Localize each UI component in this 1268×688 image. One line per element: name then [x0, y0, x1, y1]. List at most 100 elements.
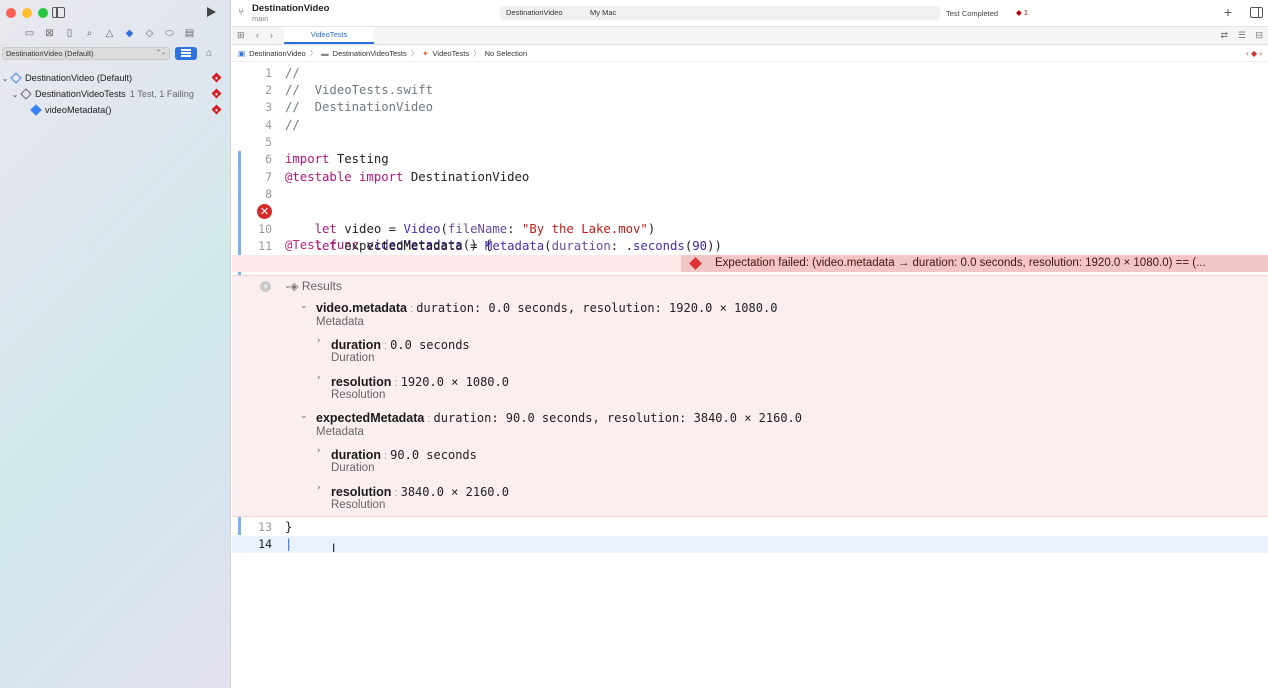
chevron-down-icon[interactable]: ⌄	[300, 301, 308, 311]
code-text: let video = Video(fileName: "By the Lake…	[314, 222, 656, 236]
close-window-button[interactable]	[6, 8, 16, 18]
filter-button[interactable]	[175, 47, 197, 60]
line-number: 2	[265, 83, 272, 97]
code-line: 5	[232, 134, 1268, 151]
issue-navigation-icon[interactable]: ‹ ◆ ›	[1246, 49, 1262, 58]
chevron-down-icon[interactable]: ⌄	[300, 411, 308, 421]
tab-videotests[interactable]: VideoTests	[284, 27, 374, 44]
tree-item-label: DestinationVideo (Default)	[25, 73, 133, 83]
back-icon[interactable]: ‹	[256, 30, 259, 40]
find-icon[interactable]: ⌕	[84, 28, 95, 39]
branch-name[interactable]: main	[252, 14, 268, 23]
code-line: 1 //	[232, 65, 1268, 82]
breadcrumb-separator: 〉	[309, 49, 318, 58]
failed-status-icon	[211, 88, 222, 99]
result-value: 3840.0 × 2160.0	[400, 485, 509, 499]
inspector-toggle-icon[interactable]	[1250, 7, 1263, 18]
source-control-icon[interactable]: ⊠	[44, 28, 55, 39]
chevron-down-icon[interactable]: ⌄	[10, 90, 20, 99]
zoom-window-button[interactable]	[38, 8, 48, 18]
error-message: Expectation failed: (video.metadata → du…	[715, 257, 1206, 269]
breadcrumb-project[interactable]: DestinationVideo	[249, 49, 306, 58]
tree-item-tests-target[interactable]: ⌄ DestinationVideoTests 1 Test, 1 Failin…	[0, 86, 231, 102]
toolbar: ⑂ DestinationVideo main DestinationVideo…	[232, 0, 1268, 27]
code-line: 8	[232, 186, 1268, 203]
result-value: 0.0 seconds	[390, 338, 470, 352]
breadcrumb-file[interactable]: VideoTests	[433, 49, 470, 58]
code-text: @testable import DestinationVideo	[285, 170, 530, 184]
debug-icon[interactable]: ◇	[144, 28, 155, 39]
report-icon[interactable]: ▤	[184, 28, 195, 39]
results-label: Results	[301, 279, 342, 293]
chevron-right-icon[interactable]: ›	[317, 373, 325, 383]
tag-icon[interactable]: ⌂	[206, 48, 212, 59]
breakpoint-icon[interactable]: ⬭	[164, 28, 175, 39]
split-editor-icon[interactable]: ⊟	[1255, 30, 1263, 41]
warning-icon[interactable]: △	[104, 28, 115, 39]
bookmark-icon[interactable]: ▯	[64, 28, 75, 39]
result-type: Duration	[331, 352, 375, 364]
result-type: Metadata	[316, 316, 364, 328]
result-group-actual[interactable]: video.metadata : duration: 0.0 seconds, …	[316, 299, 777, 317]
line-number: 5	[265, 135, 272, 149]
editor-options-icon[interactable]: ☰	[1238, 30, 1246, 41]
code-line: 11 let expectedMetadata = Metadata(durat…	[232, 238, 1268, 255]
test-navigator-icon[interactable]: ◆	[124, 28, 135, 39]
source-editor[interactable]: 1 // 2 // VideoTests.swift 3 // Destination…	[232, 63, 1268, 688]
code-line: 3 // DestinationVideo	[232, 99, 1268, 116]
test-target-icon	[20, 88, 32, 100]
code-text: // DestinationVideo	[285, 100, 434, 114]
result-name: duration	[331, 448, 381, 462]
line-number: 4	[265, 118, 272, 132]
result-name: video.metadata	[316, 301, 408, 315]
line-number: 7	[265, 170, 272, 184]
activity-view[interactable]: DestinationVideo My Mac	[500, 6, 940, 20]
folder-icon: ▬	[321, 49, 329, 58]
line-number: 13	[258, 520, 272, 534]
scheme-name[interactable]: DestinationVideo	[506, 6, 563, 20]
close-results-icon[interactable]: ×	[260, 281, 271, 292]
result-name: expectedMetadata	[316, 411, 425, 425]
result-type: Resolution	[331, 389, 386, 401]
result-value: 90.0 seconds	[390, 448, 477, 462]
minimize-window-button[interactable]	[22, 8, 32, 18]
ibeam-cursor-icon: I	[332, 541, 336, 555]
scheme-selector[interactable]: DestinationVideo (Default)	[2, 47, 170, 60]
folder-icon[interactable]: ▭	[24, 28, 35, 39]
chevron-down-icon[interactable]: ⌄	[0, 74, 10, 83]
code-text: }	[285, 520, 293, 534]
add-icon[interactable]: +	[1224, 4, 1232, 20]
project-icon: ▣	[238, 49, 246, 58]
test-failed-icon[interactable]: ✕	[257, 204, 272, 219]
forward-icon[interactable]: ›	[270, 30, 273, 40]
chevron-right-icon[interactable]: ›	[317, 336, 325, 346]
results-panel: × ⌄ ◈ Results ⌄ video.metadata : duratio…	[232, 275, 1268, 517]
chevron-right-icon[interactable]: ›	[317, 483, 325, 493]
error-count: 1	[1023, 8, 1029, 17]
refresh-icon[interactable]: ⇄	[1220, 30, 1228, 41]
code-text: //	[285, 66, 300, 80]
result-type: Duration	[331, 462, 375, 474]
error-icon	[689, 257, 702, 270]
run-icon[interactable]	[207, 7, 216, 17]
code-line: 10 let video = Video(fileName: "By the L…	[232, 221, 1268, 238]
tree-item-test-function[interactable]: videoMetadata()	[0, 102, 231, 118]
tree-item-plan[interactable]: ⌄ DestinationVideo (Default)	[0, 70, 231, 86]
breadcrumb-selection[interactable]: No Selection	[485, 49, 528, 58]
breadcrumb: ▣ DestinationVideo 〉 ▬ DestinationVideoT…	[232, 46, 1268, 62]
result-type: Resolution	[331, 499, 386, 511]
result-group-expected[interactable]: expectedMetadata : duration: 90.0 second…	[316, 409, 802, 427]
run-destination[interactable]: My Mac	[590, 6, 616, 20]
code-line: ✕ @Test func videoMetadata() {	[232, 203, 1268, 252]
line-number: 6	[265, 152, 272, 166]
inline-error-annotation[interactable]: Expectation failed: (video.metadata → du…	[681, 255, 1268, 272]
sidebar-toggle-icon[interactable]	[52, 7, 65, 18]
breadcrumb-folder[interactable]: DestinationVideoTests	[333, 49, 407, 58]
tree-item-label: videoMetadata()	[45, 105, 112, 115]
build-status: Test Completed	[946, 9, 999, 18]
grid-icon[interactable]: ⊞	[237, 30, 245, 41]
branch-icon: ⑂	[238, 7, 244, 18]
chevron-right-icon[interactable]: ›	[317, 446, 325, 456]
error-count-badge[interactable]: ◆ 1	[1016, 8, 1028, 17]
code-text: let expectedMetadata = Metadata(duration…	[314, 239, 722, 253]
